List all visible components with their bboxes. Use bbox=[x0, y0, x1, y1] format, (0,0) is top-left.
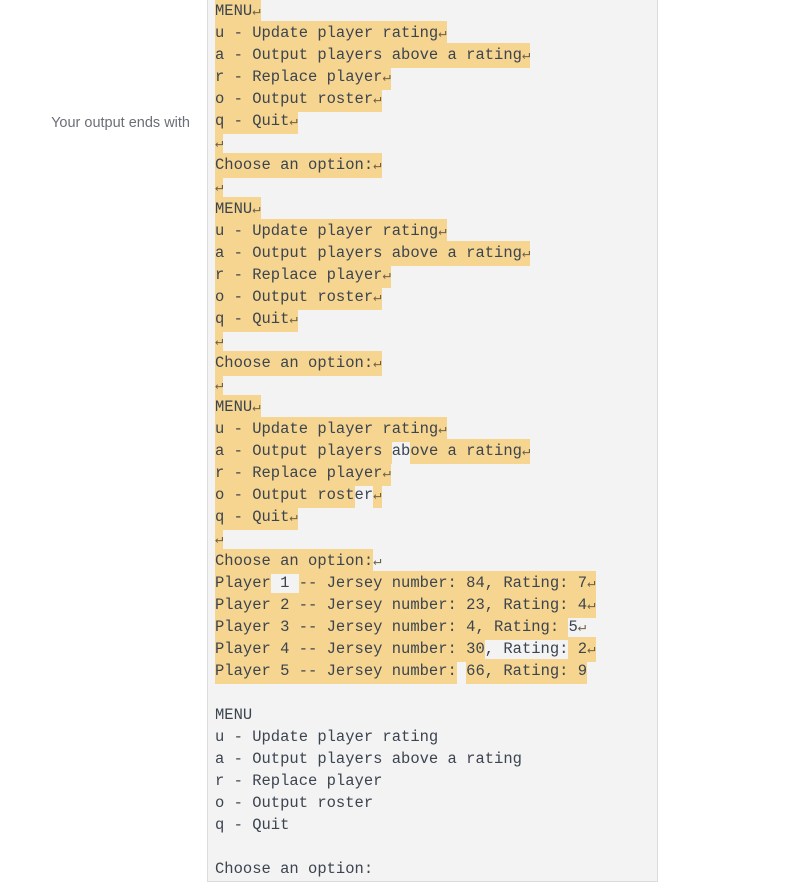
newline-return-icon: ↵ bbox=[438, 26, 447, 42]
terminal-line: r - Replace player↵ bbox=[215, 65, 657, 90]
terminal-line: o - Output roster bbox=[215, 792, 657, 814]
terminal-line: q - Quit↵ bbox=[215, 109, 657, 134]
newline-return-icon: ↵ bbox=[373, 356, 382, 372]
terminal-line: ↵ bbox=[215, 175, 657, 200]
diff-highlight-run: q - Quit↵ bbox=[215, 307, 298, 332]
newline-return-icon: ↵ bbox=[373, 158, 382, 174]
terminal-line: MENU↵ bbox=[215, 197, 657, 222]
plain-run bbox=[457, 659, 466, 684]
newline-return-icon: ↵ bbox=[521, 48, 531, 64]
plain-run: ab bbox=[391, 442, 411, 460]
diff-highlight-run: ove a rating↵ bbox=[410, 439, 531, 464]
newline-return-icon: ↵ bbox=[521, 444, 531, 460]
newline-return-icon: ↵ bbox=[587, 642, 596, 658]
diff-highlight-run: q - Quit↵ bbox=[215, 505, 298, 530]
terminal-line: u - Update player rating↵ bbox=[215, 21, 657, 46]
terminal-line: u - Update player rating↵ bbox=[215, 417, 657, 442]
terminal-line: o - Output roster↵ bbox=[215, 285, 657, 310]
diff-highlight-run: Choose an option:↵ bbox=[215, 153, 382, 178]
terminal-line: Player 3 -- Jersey number: 4, Rating: 5↵ bbox=[215, 615, 657, 640]
terminal-line: Player 5 -- Jersey number: 66, Rating: 9 bbox=[215, 659, 657, 684]
terminal-line: Player 1 -- Jersey number: 84, Rating: 7… bbox=[215, 571, 657, 596]
diff-highlight-run: ↵ bbox=[373, 483, 382, 508]
newline-return-icon: ↵ bbox=[215, 532, 224, 548]
output-comparison-view: Your output ends with MENU↵ u - Update pl… bbox=[0, 0, 792, 886]
terminal-line: Choose an option:↵ bbox=[215, 549, 657, 574]
terminal-line: Choose an option:↵ bbox=[215, 153, 657, 178]
newline-return-icon: ↵ bbox=[587, 598, 596, 614]
terminal-line: a - Output players above a rating↵ bbox=[215, 43, 657, 68]
diff-highlight-run: Choose an option:↵ bbox=[215, 351, 382, 376]
terminal-line: ↵ bbox=[215, 373, 657, 398]
terminal-line: q - Quit↵ bbox=[215, 307, 657, 332]
newline-return-icon: ↵ bbox=[382, 70, 391, 86]
terminal-line: o - Output roster↵ bbox=[215, 483, 657, 508]
terminal-line: MENU↵ bbox=[215, 395, 657, 420]
newline-return-icon: ↵ bbox=[215, 334, 224, 350]
terminal-line: a - Output players above a rating↵ bbox=[215, 241, 657, 266]
newline-return-icon: ↵ bbox=[438, 422, 447, 438]
terminal-line: r - Replace player bbox=[215, 770, 657, 792]
newline-return-icon: ↵ bbox=[577, 620, 587, 636]
newline-return-icon: ↵ bbox=[215, 378, 224, 394]
newline-return-icon: ↵ bbox=[215, 180, 224, 196]
newline-return-icon: ↵ bbox=[373, 290, 382, 306]
diff-highlight-run: , Rating: 9 bbox=[484, 659, 588, 684]
terminal-line: a - Output players above a rating↵ bbox=[215, 439, 657, 464]
newline-return-icon: ↵ bbox=[587, 576, 596, 592]
plain-run: q - Quit bbox=[215, 816, 290, 834]
newline-return-icon: ↵ bbox=[289, 510, 298, 526]
terminal-line: r - Replace player↵ bbox=[215, 461, 657, 486]
diff-highlight-run: Player 5 -- Jersey number: bbox=[215, 659, 457, 684]
terminal-line: Player 4 -- Jersey number: 30, Rating: 2… bbox=[215, 637, 657, 662]
newline-return-icon: ↵ bbox=[373, 554, 382, 570]
newline-return-icon: ↵ bbox=[252, 400, 261, 416]
terminal-line: Choose an option: bbox=[215, 858, 657, 880]
terminal-line: Choose an option:↵ bbox=[215, 351, 657, 376]
newline-return-icon: ↵ bbox=[438, 224, 447, 240]
output-label: Your output ends with bbox=[51, 115, 190, 131]
plain-run: er bbox=[354, 486, 374, 504]
terminal-output-panel: MENU↵ u - Update player rating↵ a - Output… bbox=[207, 0, 658, 882]
terminal-line: ↵ bbox=[215, 131, 657, 156]
output-label-column: Your output ends with bbox=[0, 0, 190, 133]
terminal-line: a - Output players above a rating bbox=[215, 748, 657, 770]
terminal-line: q - Quit bbox=[215, 814, 657, 836]
newline-return-icon: ↵ bbox=[373, 488, 382, 504]
newline-return-icon: ↵ bbox=[215, 136, 224, 152]
diff-highlight-run: q - Quit↵ bbox=[215, 109, 298, 134]
plain-run: Choose an option: bbox=[215, 860, 374, 878]
diff-highlight-run: 66 bbox=[466, 659, 485, 684]
terminal-line: q - Quit↵ bbox=[215, 505, 657, 530]
newline-return-icon: ↵ bbox=[252, 4, 261, 20]
terminal-line: MENU↵ bbox=[215, 0, 657, 24]
terminal-line: o - Output roster↵ bbox=[215, 87, 657, 112]
terminal-line: MENU bbox=[215, 704, 657, 726]
terminal-line: u - Update player rating↵ bbox=[215, 219, 657, 244]
newline-return-icon: ↵ bbox=[252, 202, 261, 218]
terminal-line: Player 2 -- Jersey number: 23, Rating: 4… bbox=[215, 593, 657, 618]
newline-return-icon: ↵ bbox=[382, 466, 391, 482]
newline-return-icon: ↵ bbox=[289, 312, 298, 328]
terminal-line: ↵ bbox=[215, 527, 657, 552]
newline-return-icon: ↵ bbox=[289, 114, 298, 130]
terminal-line: ↵ bbox=[215, 329, 657, 354]
terminal-line: r - Replace player↵ bbox=[215, 263, 657, 288]
newline-return-icon: ↵ bbox=[382, 268, 391, 284]
newline-return-icon: ↵ bbox=[521, 246, 531, 262]
newline-return-icon: ↵ bbox=[373, 92, 382, 108]
terminal-output-body: MENU↵ u - Update player rating↵ a - Output… bbox=[208, 0, 657, 880]
terminal-line: u - Update player rating bbox=[215, 726, 657, 748]
